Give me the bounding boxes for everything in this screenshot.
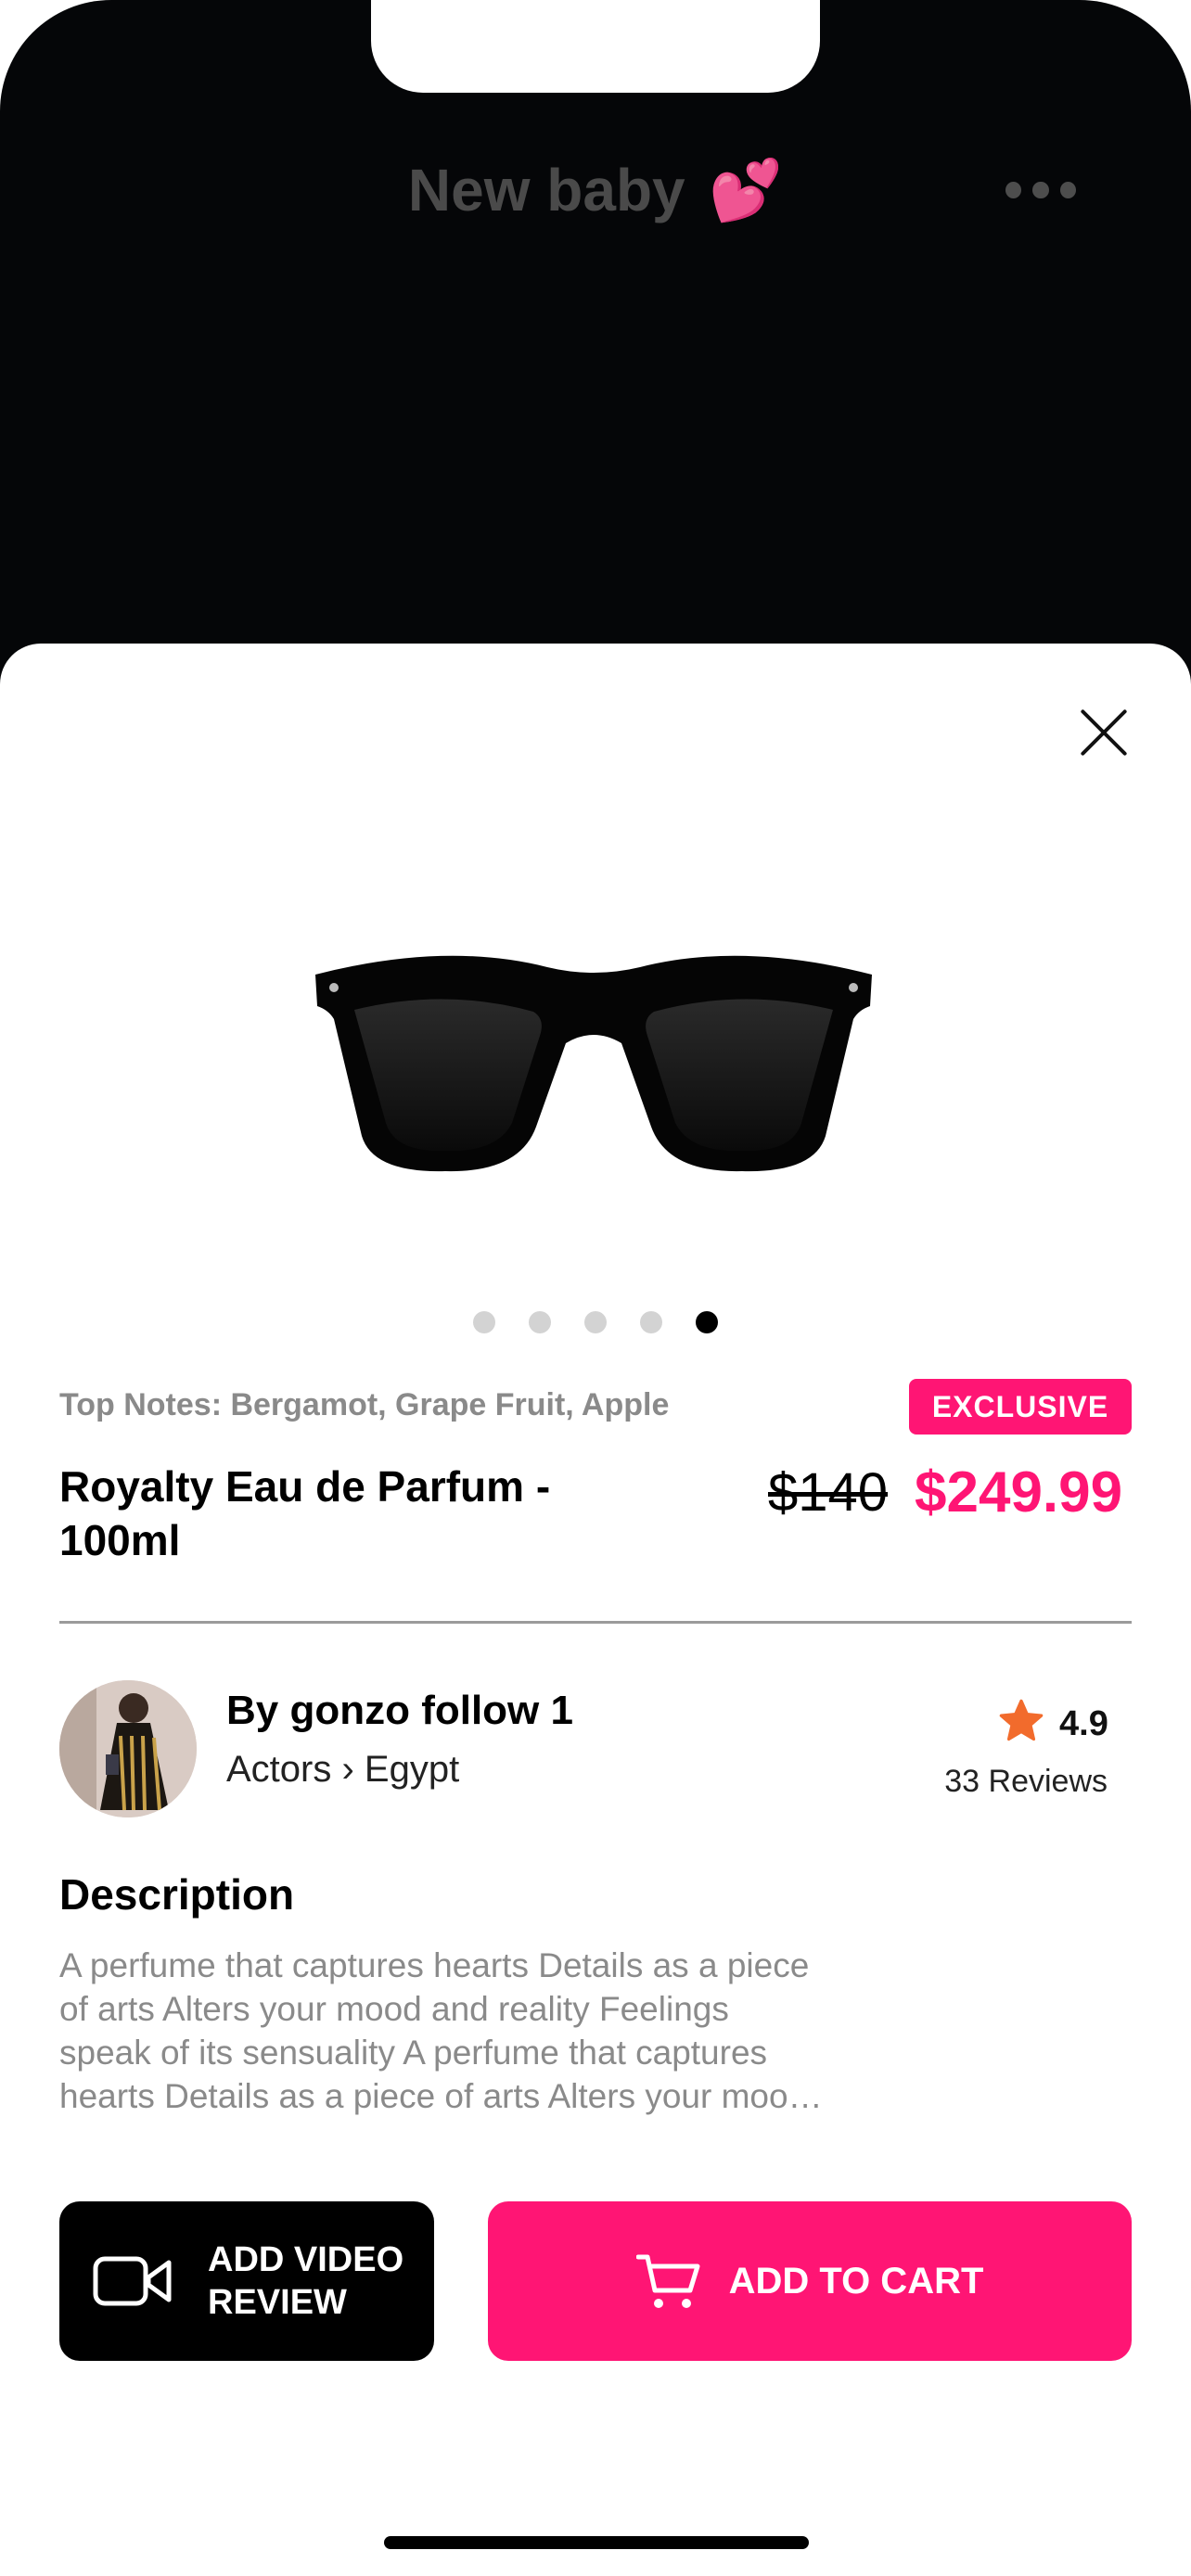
phone-screen: New baby 💕 Top Notes: Bergamot, Grape Fr… [0,0,1191,2576]
more-options-icon[interactable] [1005,176,1076,204]
pagination-dot[interactable] [640,1311,662,1333]
original-price: $140 [768,1462,889,1523]
add-video-review-label: ADD VIDEO REVIEW [208,2240,404,2322]
heart-emoji: 💕 [709,157,784,223]
home-indicator[interactable] [384,2536,809,2549]
image-pagination [0,1311,1191,1333]
pagination-dot[interactable] [473,1311,495,1333]
seller-name[interactable]: By gonzo follow 1 [226,1688,573,1734]
device-notch [371,0,820,93]
sale-price: $249.99 [915,1460,1123,1524]
close-icon[interactable] [1076,705,1132,760]
product-title: Royalty Eau de Parfum - 100ml [59,1462,551,1564]
description-text: A perfume that captures hearts Details a… [59,1946,810,2115]
star-icon [999,1699,1044,1741]
exclusive-badge: EXCLUSIVE [909,1379,1132,1435]
pagination-dot-active[interactable] [696,1311,718,1333]
sunglasses-product-image [315,955,872,1172]
cart-icon [635,2254,700,2308]
add-to-cart-label: ADD TO CART [728,2260,984,2302]
top-notes: Top Notes: Bergamot, Grape Fruit, Apple [59,1387,670,1422]
description-heading: Description [59,1870,295,1919]
seller-category[interactable]: Actors › Egypt [226,1749,459,1791]
background-title-text: New baby [407,157,685,223]
pagination-dot[interactable] [584,1311,607,1333]
add-to-cart-button[interactable]: ADD TO CART [488,2201,1132,2361]
add-video-review-button[interactable]: ADD VIDEO REVIEW [59,2201,434,2361]
seller-avatar[interactable] [59,1680,197,1817]
video-camera-icon [93,2256,172,2306]
pagination-dot[interactable] [529,1311,551,1333]
background-screen [0,0,1191,705]
reviews-count[interactable]: 33 Reviews [944,1764,1108,1800]
divider [59,1621,1132,1624]
rating-value: 4.9 [1059,1704,1108,1743]
